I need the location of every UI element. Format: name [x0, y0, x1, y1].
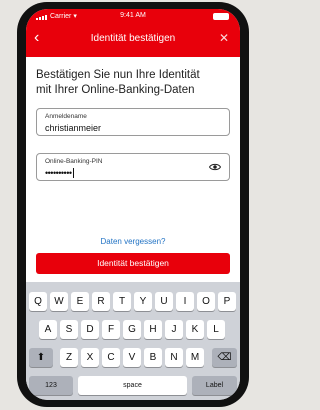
username-field[interactable]: Anmeldename christianmeier	[36, 108, 230, 136]
key-m[interactable]: M	[186, 348, 204, 367]
keyboard: Q W E R T Y U I O P A S D F G H J K L ⬆ …	[26, 282, 240, 400]
key-d[interactable]: D	[81, 320, 99, 339]
username-value: christianmeier	[45, 123, 102, 133]
key-r[interactable]: R	[92, 292, 110, 311]
key-k[interactable]: K	[186, 320, 204, 339]
key-w[interactable]: W	[50, 292, 68, 311]
app-screen: Carrier ▾ 9:41 AM ‹ Identität bestätigen…	[26, 9, 240, 400]
text-cursor	[72, 168, 74, 178]
key-p[interactable]: P	[218, 292, 236, 311]
phone-frame: Carrier ▾ 9:41 AM ‹ Identität bestätigen…	[17, 2, 249, 407]
pin-field[interactable]: Online-Banking-PIN ••••••••••	[36, 153, 230, 181]
key-q[interactable]: Q	[29, 292, 47, 311]
key-x[interactable]: X	[81, 348, 99, 367]
label-key[interactable]: Label	[192, 376, 237, 395]
page-title: Identität bestätigen	[90, 33, 176, 44]
forgot-data-link[interactable]: Daten vergessen?	[26, 237, 240, 246]
key-n[interactable]: N	[165, 348, 183, 367]
key-t[interactable]: T	[113, 292, 131, 311]
instruction-heading: Bestätigen Sie nun Ihre Identität mit Ih…	[36, 68, 231, 98]
key-f[interactable]: F	[102, 320, 120, 339]
confirm-identity-button[interactable]: Identität bestätigen	[36, 253, 230, 274]
heading-line-2: mit Ihrer Online-Banking-Daten	[36, 84, 195, 96]
key-b[interactable]: B	[144, 348, 162, 367]
heading-line-1: Bestätigen Sie nun Ihre Identität	[36, 69, 200, 81]
pin-dots: ••••••••••	[45, 168, 72, 178]
key-e[interactable]: E	[71, 292, 89, 311]
status-bar: Carrier ▾ 9:41 AM	[26, 9, 240, 24]
key-z[interactable]: Z	[60, 348, 78, 367]
key-i[interactable]: I	[176, 292, 194, 311]
status-time: 9:41 AM	[120, 12, 146, 19]
key-l[interactable]: L	[207, 320, 225, 339]
shift-icon[interactable]: ⬆	[29, 348, 53, 367]
pin-value: ••••••••••	[45, 168, 74, 178]
numbers-key[interactable]: 123	[29, 376, 73, 395]
key-c[interactable]: C	[102, 348, 120, 367]
battery-icon	[213, 13, 229, 20]
key-g[interactable]: G	[123, 320, 141, 339]
delete-icon[interactable]: ⌫	[212, 348, 237, 367]
key-o[interactable]: O	[197, 292, 215, 311]
space-key[interactable]: space	[78, 376, 187, 395]
username-label: Anmeldename	[45, 113, 87, 120]
pin-label: Online-Banking-PIN	[45, 158, 103, 165]
key-s[interactable]: S	[60, 320, 78, 339]
key-a[interactable]: A	[39, 320, 57, 339]
key-y[interactable]: Y	[134, 292, 152, 311]
key-u[interactable]: U	[155, 292, 173, 311]
key-v[interactable]: V	[123, 348, 141, 367]
key-j[interactable]: J	[165, 320, 183, 339]
eye-icon[interactable]	[209, 163, 221, 171]
key-h[interactable]: H	[144, 320, 162, 339]
nav-bar: ‹ Identität bestätigen ✕	[26, 27, 240, 51]
close-icon[interactable]: ✕	[219, 31, 229, 45]
